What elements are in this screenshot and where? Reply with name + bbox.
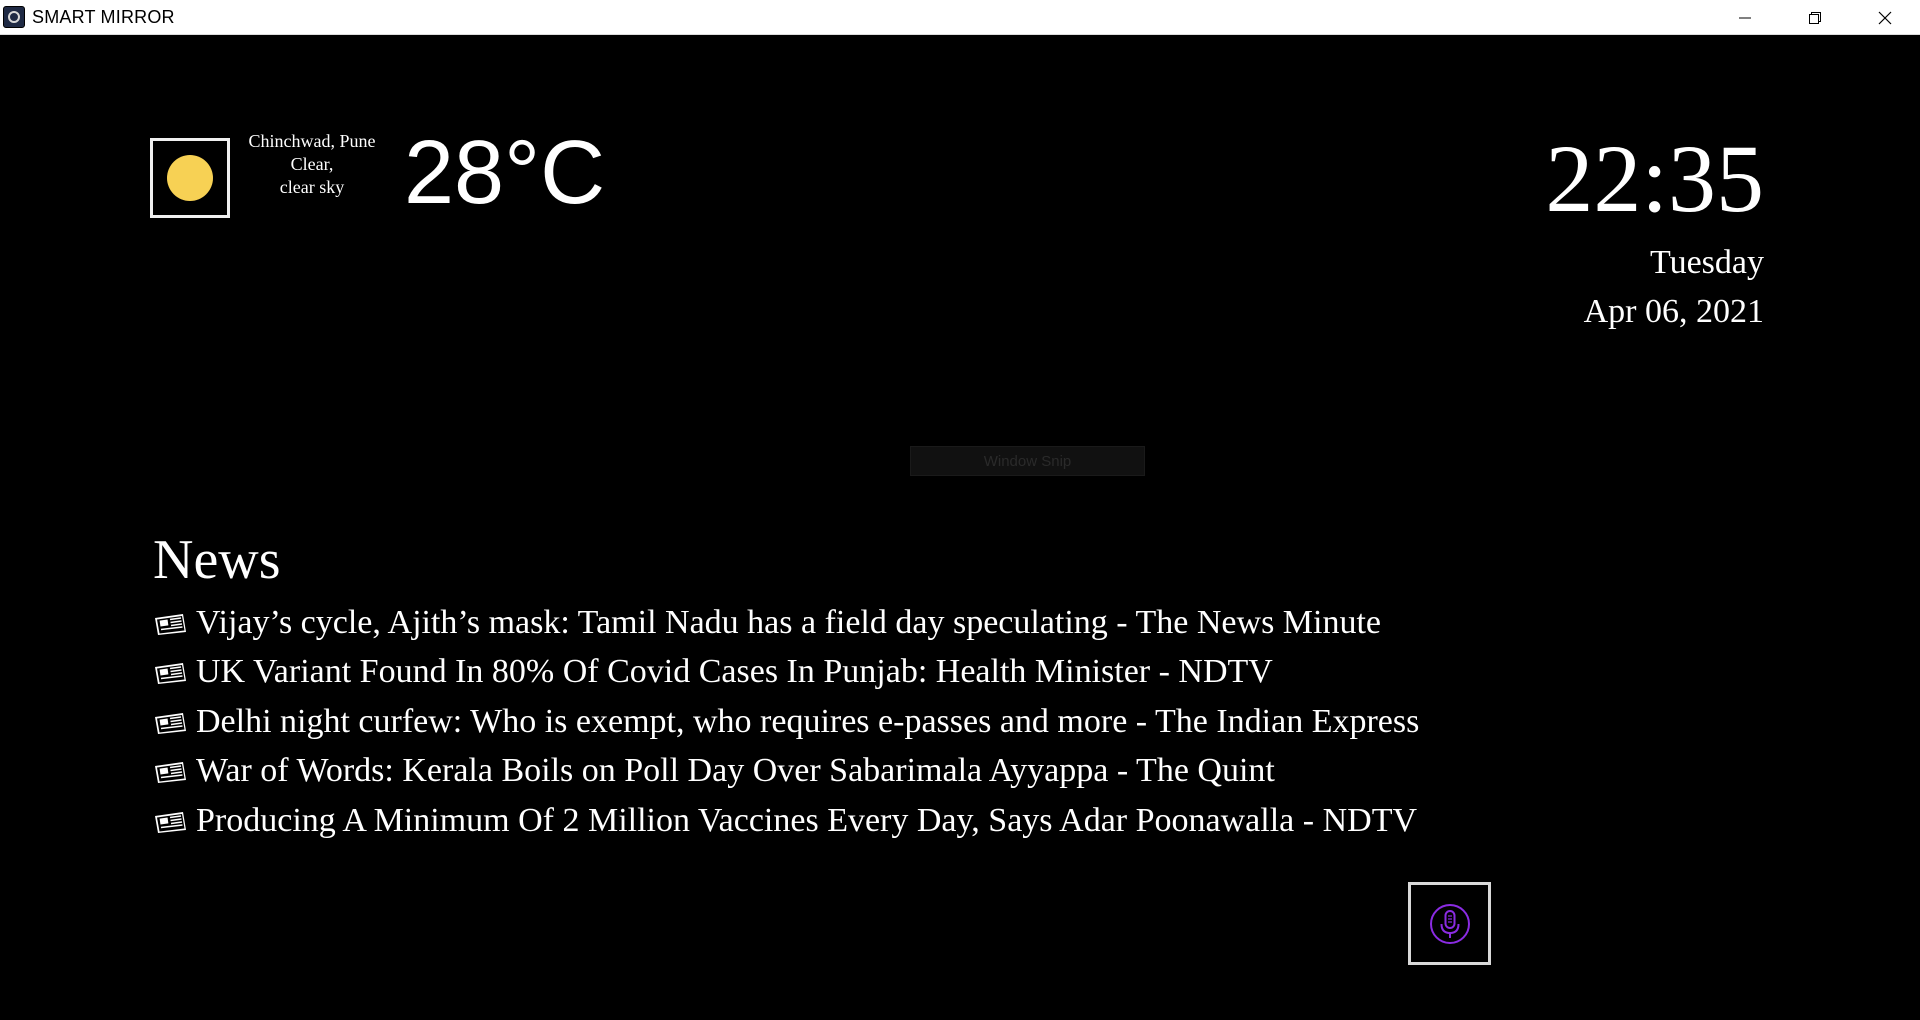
news-headline: Producing A Minimum Of 2 Million Vaccine… [196,801,1418,839]
clock-time: 22:35 [1545,125,1764,232]
minimize-icon [1739,17,1751,18]
newspaper-icon [155,613,186,635]
newspaper-icon [155,663,186,685]
minimize-button[interactable] [1710,0,1780,35]
weather-icon-frame [150,138,230,218]
mirror-screen: Chinchwad, Pune Clear, clear sky 28°C 22… [0,35,1920,1020]
newspaper-icon [155,712,186,734]
news-item[interactable]: Producing A Minimum Of 2 Million Vaccine… [153,796,1419,846]
clock-date: Apr 06, 2021 [1583,293,1764,330]
weather-location: Chinchwad, Pune [248,131,376,151]
weather-description: clear sky [279,177,345,197]
close-button[interactable] [1850,0,1920,35]
weather-condition: Clear, [290,154,334,174]
news-heading: News [153,529,281,591]
sun-icon [167,155,213,201]
window-controls [1710,0,1920,35]
news-item[interactable]: Vijay’s cycle, Ajith’s mask: Tamil Nadu … [153,598,1419,648]
temperature: 28°C [404,123,606,223]
title-bar[interactable]: SMART MIRROR [0,0,1920,35]
news-list: Vijay’s cycle, Ajith’s mask: Tamil Nadu … [153,598,1419,846]
weather-details: Chinchwad, Pune Clear, clear sky [236,130,388,199]
clock-day: Tuesday [1650,244,1764,281]
news-headline: War of Words: Kerala Boils on Poll Day O… [196,752,1275,790]
newspaper-icon [155,811,186,833]
newspaper-icon [155,762,186,784]
news-headline: Delhi night curfew: Who is exempt, who r… [196,702,1420,740]
voice-assistant-button[interactable] [1408,882,1491,965]
news-item[interactable]: UK Variant Found In 80% Of Covid Cases I… [153,648,1419,698]
microphone-icon [1429,903,1470,944]
news-headline: Vijay’s cycle, Ajith’s mask: Tamil Nadu … [196,603,1382,641]
restore-icon [1809,11,1821,24]
news-item[interactable]: Delhi night curfew: Who is exempt, who r… [153,697,1419,747]
window-snip-label: Window Snip [983,452,1072,470]
close-icon [1878,11,1892,24]
window-title: SMART MIRROR [32,6,175,27]
news-headline: UK Variant Found In 80% Of Covid Cases I… [196,653,1273,691]
news-item[interactable]: War of Words: Kerala Boils on Poll Day O… [153,747,1419,797]
window-snip-overlay: Window Snip [910,446,1145,476]
app-logo-icon [3,6,25,28]
restore-button[interactable] [1780,0,1850,35]
